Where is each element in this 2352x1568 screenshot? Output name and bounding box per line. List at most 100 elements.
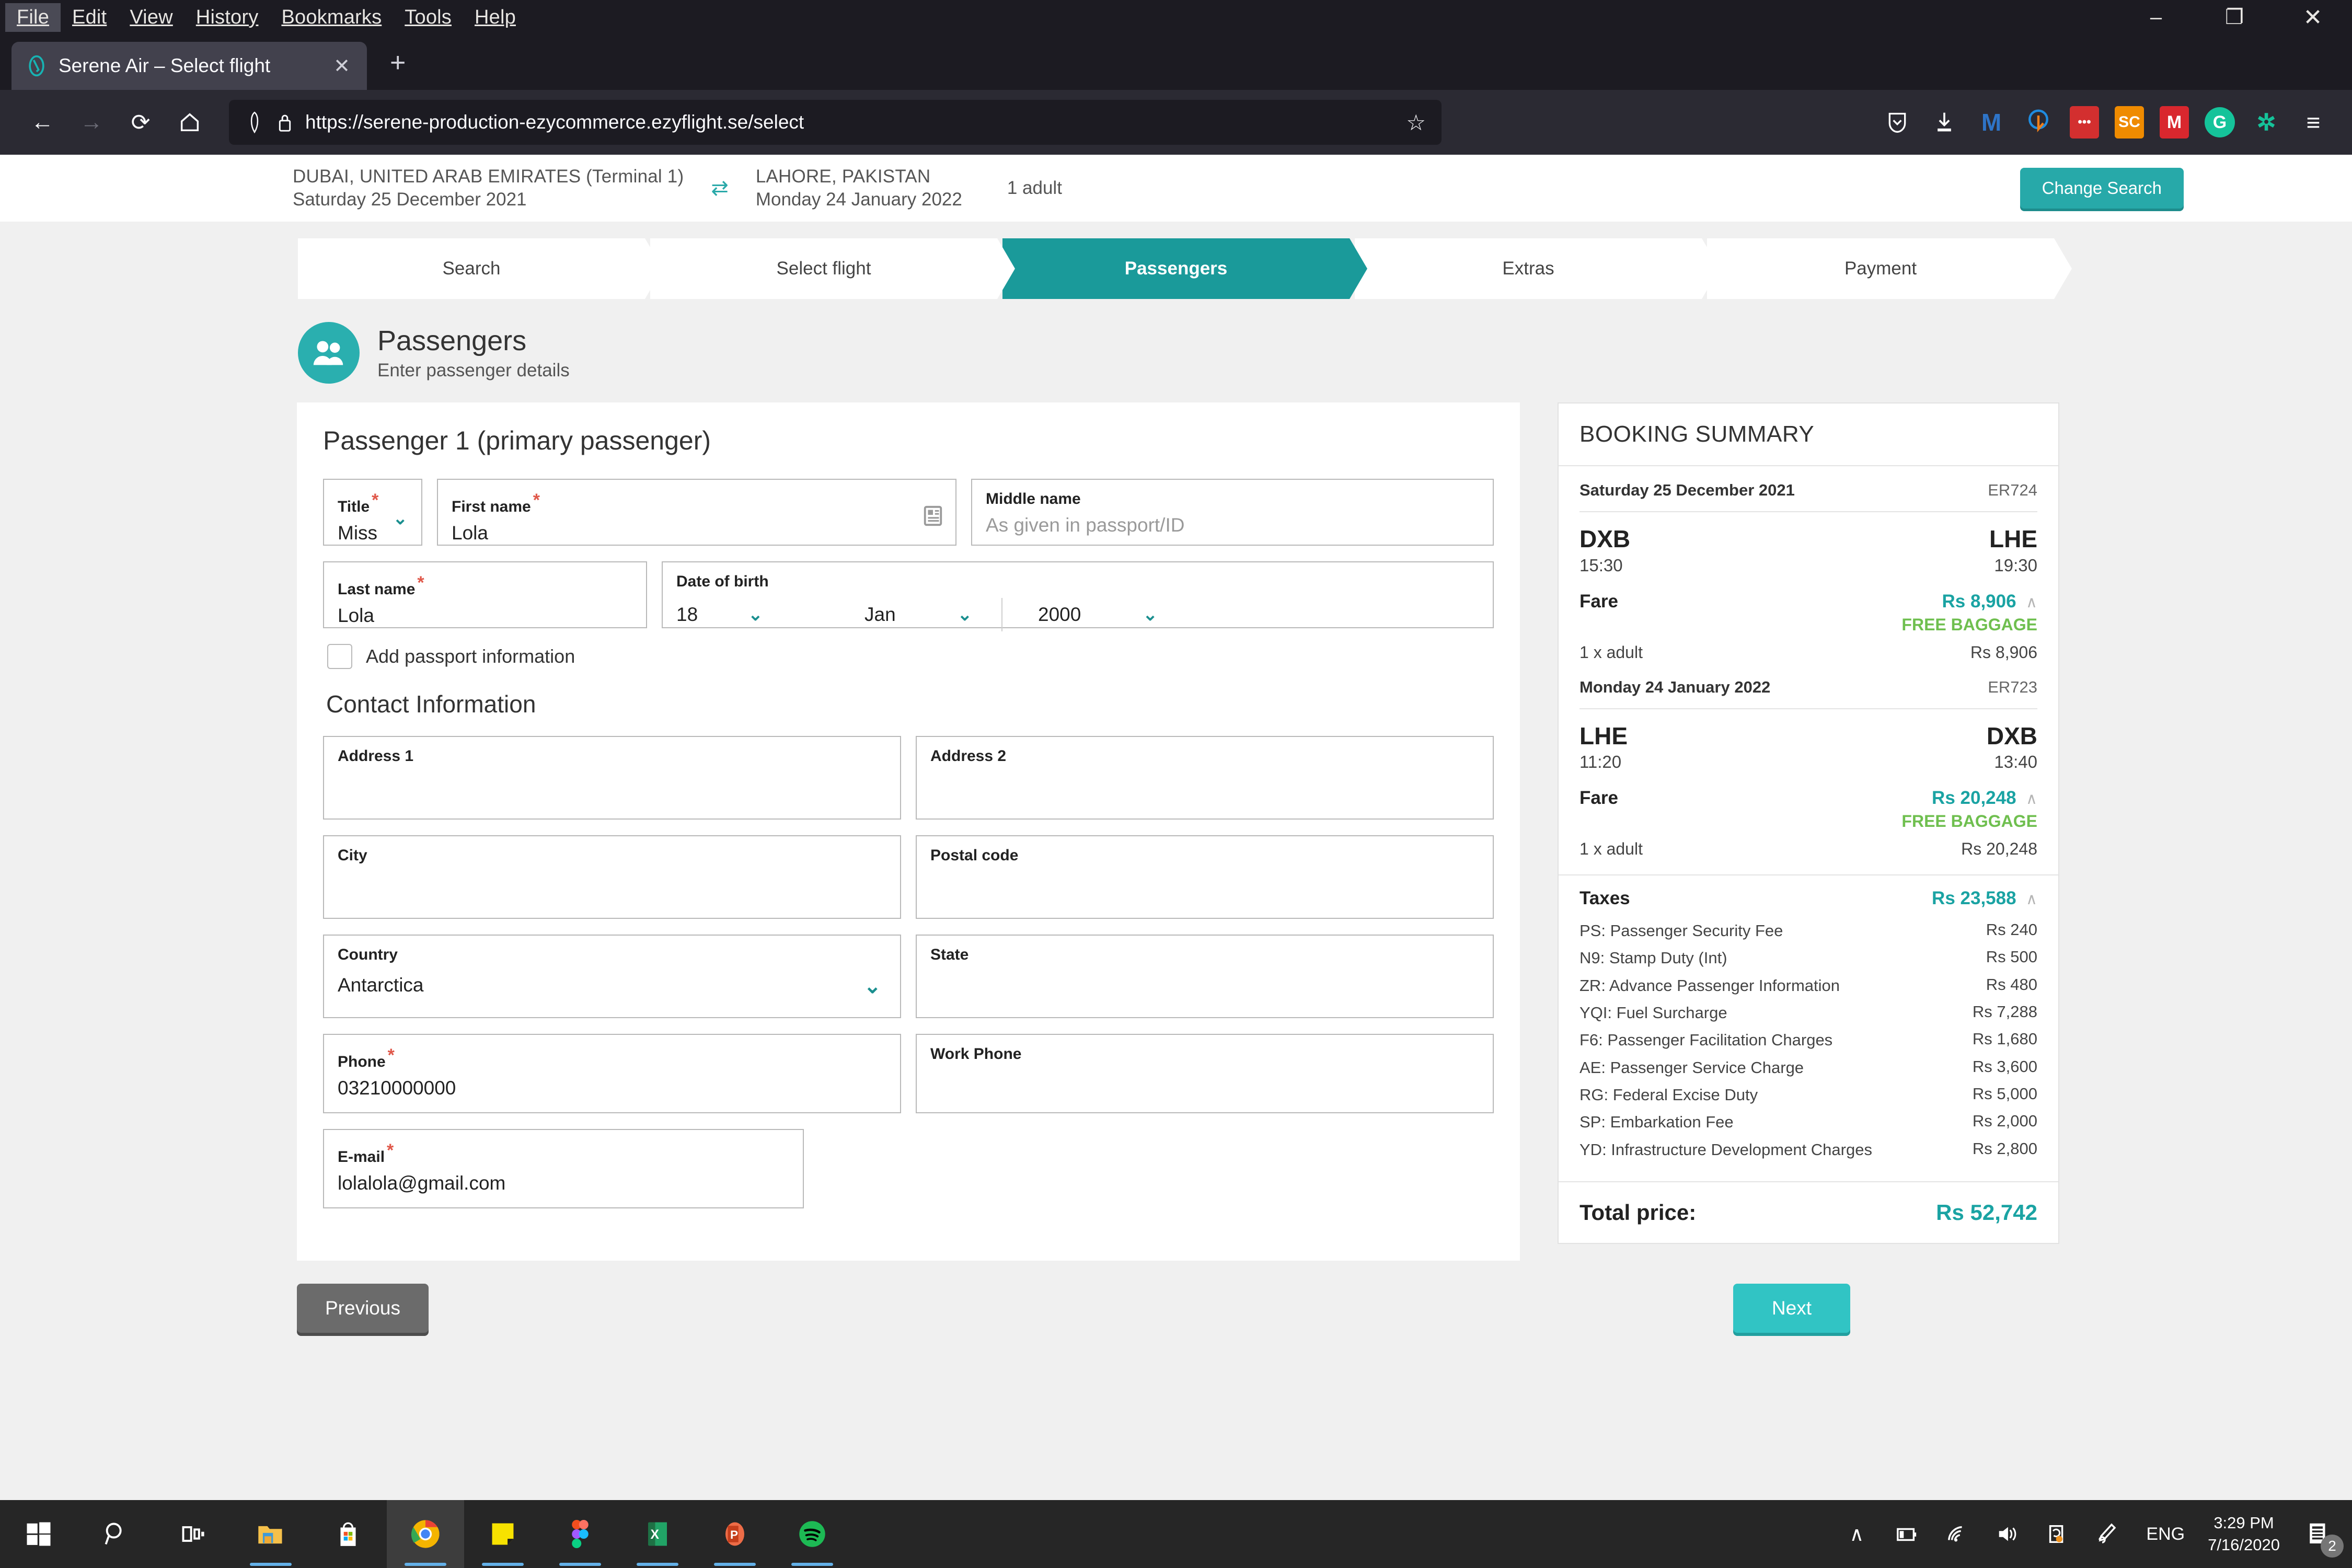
change-search-button[interactable]: Change Search (2020, 168, 2184, 209)
tax-row: YD: Infrastructure Development Charges Rs… (1579, 1136, 2037, 1163)
tax-row: N9: Stamp Duty (Int) Rs 500 (1579, 944, 2037, 972)
tab-close-icon[interactable]: ✕ (330, 54, 353, 78)
last-name-label-text: Last name (338, 581, 416, 598)
figma-button[interactable] (541, 1500, 619, 1568)
dob-day-select[interactable]: 18 ⌄ (676, 604, 813, 626)
battery-icon (1897, 1528, 1917, 1541)
title-select[interactable]: Title * Miss ⌄ (323, 479, 422, 546)
chevron-up-icon[interactable]: ∧ (2026, 891, 2037, 908)
menu-help[interactable]: Help (463, 3, 527, 32)
grammarly-icon[interactable]: G (2205, 107, 2235, 137)
lastpass-icon[interactable]: ••• (2070, 106, 2099, 139)
sticky-notes-button[interactable] (464, 1500, 541, 1568)
dob-label-text: Date of birth (676, 573, 769, 590)
return-fare-row[interactable]: Fare Rs 20,248 ∧ (1579, 788, 2037, 809)
dob-month-select[interactable]: Jan ⌄ (813, 604, 981, 626)
tax-amount: Rs 1,680 (1972, 1030, 2037, 1048)
state-input[interactable]: State (916, 935, 1494, 1018)
step-search[interactable]: Search (298, 238, 663, 299)
total-price-label: Total price: (1579, 1200, 1697, 1225)
step-payment[interactable]: Payment (1707, 238, 2072, 299)
downloads-icon[interactable] (1929, 107, 1960, 138)
email-input[interactable]: E-mail * lolalola@gmail.com (323, 1129, 804, 1208)
taxes-header[interactable]: Taxes Rs 23,588 ∧ (1579, 888, 2037, 909)
pen-button[interactable] (2082, 1500, 2132, 1568)
forward-button[interactable]: → (67, 98, 116, 147)
step-extras[interactable]: Extras (1355, 238, 1720, 299)
chevron-up-icon[interactable]: ∧ (2026, 790, 2037, 808)
outbound-fare-row[interactable]: Fare Rs 8,906 ∧ (1579, 591, 2037, 612)
chrome-button[interactable] (387, 1500, 464, 1568)
back-button[interactable]: ← (18, 98, 67, 147)
battery-button[interactable] (1882, 1500, 1932, 1568)
task-view-button[interactable] (155, 1500, 232, 1568)
wifi-button[interactable] (1932, 1500, 1982, 1568)
booking-summary-panel: BOOKING SUMMARY Saturday 25 December 202… (1558, 402, 2059, 1244)
dob-year-select[interactable]: 2000 ⌄ (1001, 598, 1158, 631)
start-button[interactable] (0, 1500, 77, 1568)
first-name-input[interactable]: First name * Lola (437, 479, 956, 546)
step-passengers[interactable]: Passengers (1002, 238, 1367, 299)
maximize-button[interactable]: ❐ (2195, 0, 2274, 34)
phone-row: Phone * 03210000000 Work Phone (323, 1034, 1494, 1113)
city-input[interactable]: City (323, 835, 901, 919)
chevron-down-icon: ⌄ (393, 509, 408, 528)
volume-button[interactable] (1982, 1500, 2032, 1568)
swap-direction-icon[interactable]: ⇄ (711, 176, 729, 200)
avast-icon[interactable] (2023, 107, 2054, 138)
address2-input[interactable]: Address 2 (916, 736, 1494, 820)
postal-code-input[interactable]: Postal code (916, 835, 1494, 919)
mega-icon[interactable]: M (2160, 106, 2189, 139)
file-explorer-button[interactable] (232, 1500, 309, 1568)
last-name-input[interactable]: Last name * Lola (323, 561, 647, 628)
middle-name-input[interactable]: Middle name As given in passport/ID (971, 479, 1494, 546)
new-tab-button[interactable]: + (390, 47, 406, 78)
spotify-button[interactable] (774, 1500, 851, 1568)
show-hidden-icons-button[interactable]: ∧ (1831, 1500, 1882, 1568)
return-pax-row: 1 x adult Rs 20,248 (1579, 839, 2037, 859)
pocket-icon[interactable] (1882, 107, 1913, 138)
browser-tab[interactable]: Serene Air – Select flight ✕ (11, 42, 367, 90)
menu-edit[interactable]: Edit (61, 3, 118, 32)
contact-book-icon[interactable] (922, 505, 944, 527)
microsoft-store-button[interactable] (309, 1500, 387, 1568)
close-window-button[interactable]: ✕ (2274, 0, 2352, 34)
add-passport-checkbox-row[interactable]: Add passport information (327, 644, 1494, 669)
search-button[interactable] (77, 1500, 155, 1568)
menu-history[interactable]: History (185, 3, 270, 32)
malwarebytes-icon[interactable]: M (1976, 107, 2007, 138)
outbound-leg-top: Saturday 25 December 2021 ER724 (1579, 481, 2037, 500)
powerpoint-button[interactable]: P (696, 1500, 774, 1568)
outbound-leg: Saturday 25 December 2021 ER724 DXB 15:3… (1559, 466, 2058, 678)
menu-view[interactable]: View (118, 3, 184, 32)
work-phone-input[interactable]: Work Phone (916, 1034, 1494, 1113)
outbound-fare-label: Fare (1579, 591, 1618, 612)
step-select-flight[interactable]: Select flight (650, 238, 1015, 299)
menu-tools[interactable]: Tools (393, 3, 463, 32)
menu-bookmarks[interactable]: Bookmarks (270, 3, 393, 32)
outbound-route: DXB 15:30 LHE 19:30 (1579, 526, 2037, 575)
clock[interactable]: 3:29 PM 7/16/2020 (2198, 1512, 2289, 1556)
country-select[interactable]: Country Antarctica ⌄ (323, 935, 901, 1018)
reload-button[interactable]: ⟳ (116, 98, 165, 147)
trip-header: DUBAI, UNITED ARAB EMIRATES (Terminal 1)… (0, 155, 2352, 222)
add-passport-checkbox[interactable] (327, 644, 352, 669)
onedrive-button[interactable] (2032, 1500, 2082, 1568)
address1-input[interactable]: Address 1 (323, 736, 901, 820)
address-bar[interactable]: https://serene-production-ezycommerce.ez… (229, 100, 1442, 145)
language-indicator[interactable]: ENG (2132, 1524, 2198, 1544)
ghostery-icon[interactable]: ✲ (2251, 107, 2282, 138)
previous-button[interactable]: Previous (297, 1284, 429, 1333)
menu-file[interactable]: File (5, 3, 61, 32)
phone-input[interactable]: Phone * 03210000000 (323, 1034, 901, 1113)
page-title: Passengers (377, 325, 527, 356)
next-button[interactable]: Next (1733, 1284, 1850, 1333)
sc-extension-icon[interactable]: SC (2115, 106, 2144, 139)
app-menu-icon[interactable]: ≡ (2298, 107, 2329, 138)
minimize-button[interactable]: – (2117, 0, 2195, 34)
excel-button[interactable]: X (619, 1500, 696, 1568)
bookmark-star-icon[interactable]: ☆ (1406, 110, 1426, 135)
notification-center-icon[interactable]: 2 (2289, 1500, 2347, 1568)
chevron-up-icon[interactable]: ∧ (2026, 594, 2037, 611)
home-button[interactable] (165, 98, 214, 147)
